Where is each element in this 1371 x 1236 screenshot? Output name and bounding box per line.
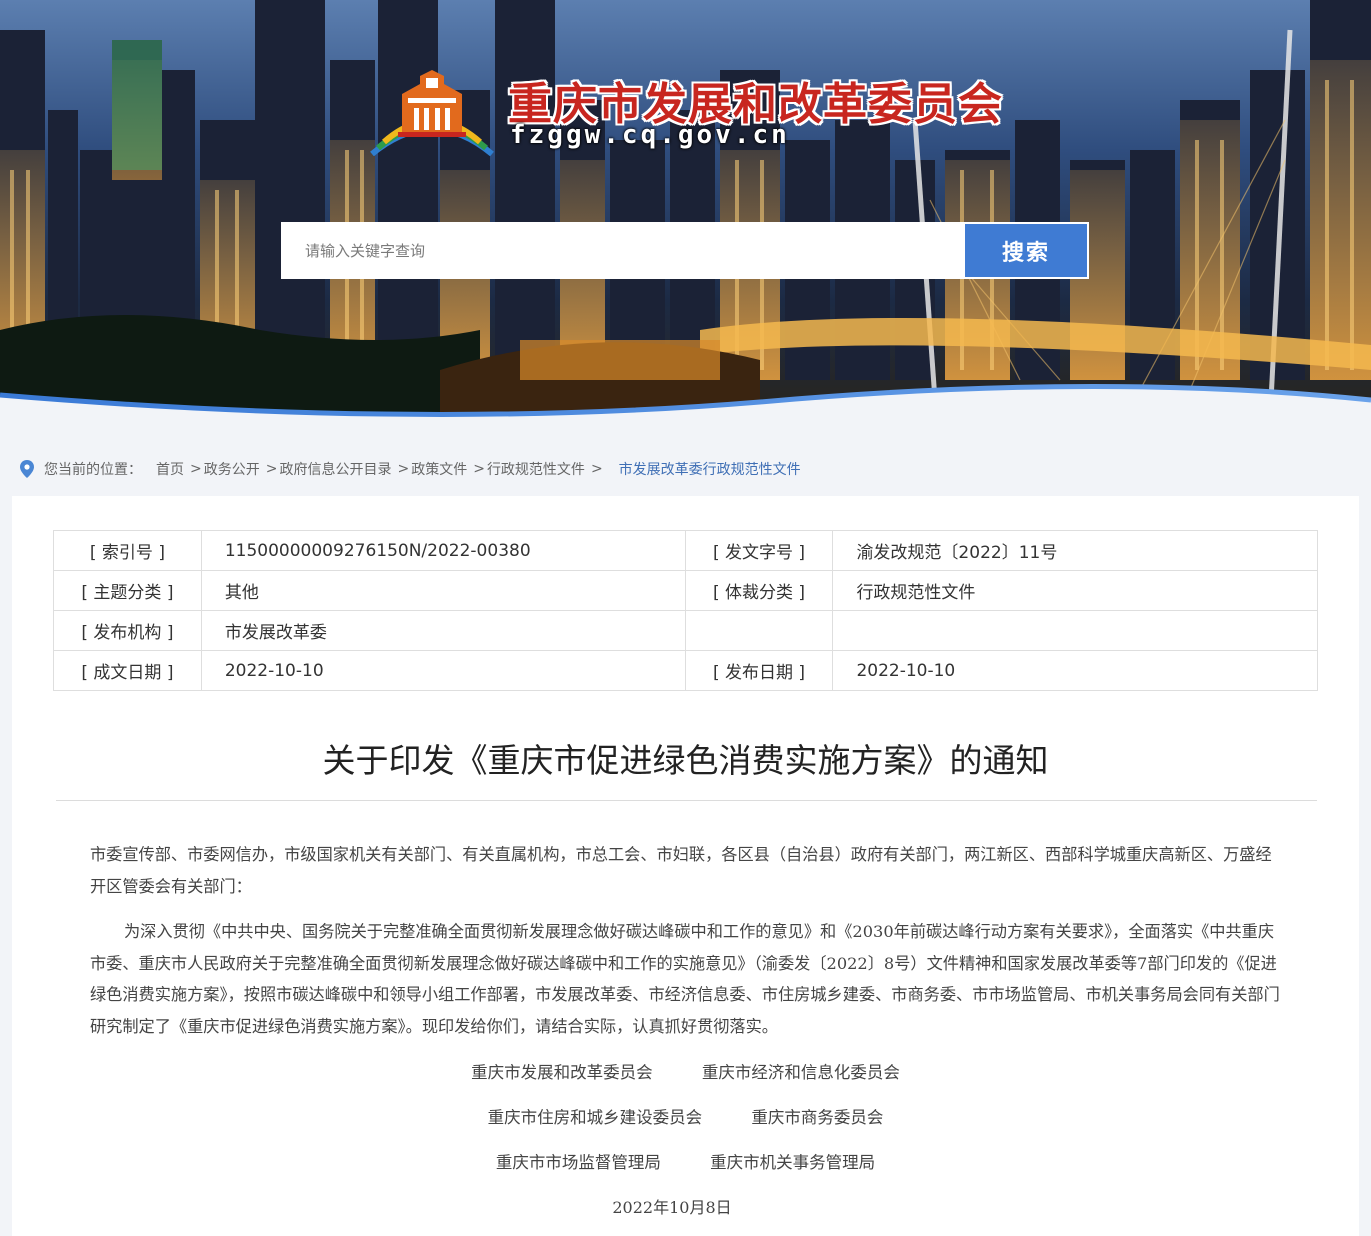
meta-row: [ 成文日期 ] 2022-10-10 [ 发布日期 ] 2022-10-10 <box>53 650 1318 691</box>
site-logo[interactable]: 重庆市发展和改革委员会 fzggw.cq.gov.cn <box>368 60 1008 160</box>
document-addressee: 市委宣传部、市委网信办，市级国家机关有关部门、有关直属机构，市总工会、市妇联，各… <box>90 845 1272 896</box>
search-bar: 搜索 <box>281 222 1089 279</box>
breadcrumb-gov-affairs[interactable]: 政务公开 <box>204 459 260 479</box>
breadcrumb-policy-docs[interactable]: 政策文件 <box>411 459 467 479</box>
meta-value-topic: 其他 <box>200 570 686 611</box>
meta-key-genre: [ 体裁分类 ] <box>684 570 834 611</box>
signatory: 重庆市经济和信息化委员会 <box>701 1063 900 1082</box>
breadcrumb-separator: > <box>190 461 202 477</box>
site-domain: fzggw.cq.gov.cn <box>510 120 790 150</box>
meta-value-index-number: 11500000009276150N/2022-00380 <box>200 530 686 571</box>
meta-key-publish-date: [ 发布日期 ] <box>684 650 834 691</box>
government-emblem-icon <box>370 70 494 156</box>
document-date: 2022年10月8日 <box>612 1198 732 1217</box>
breadcrumb-current[interactable]: 市发展改革委行政规范性文件 <box>619 459 801 479</box>
signatory: 重庆市机关事务管理局 <box>710 1153 876 1172</box>
signatory-row: 重庆市市场监督管理局 重庆市机关事务管理局 <box>12 1149 1359 1173</box>
meta-key-doc-number: [ 发文字号 ] <box>684 530 834 571</box>
meta-value-doc-number: 渝发改规范〔2022〕11号 <box>832 530 1318 571</box>
signatory: 重庆市住房和城乡建设委员会 <box>487 1108 703 1127</box>
document-body-paragraph: 为深入贯彻《中共中央、国务院关于完整准确全面贯彻新发展理念做好碳达峰碳中和工作的… <box>90 922 1280 1036</box>
signatory-row: 重庆市发展和改革委员会 重庆市经济和信息化委员会 <box>12 1059 1359 1083</box>
breadcrumb-info-catalog[interactable]: 政府信息公开目录 <box>279 459 391 479</box>
article-card: [ 索引号 ] 11500000009276150N/2022-00380 [ … <box>12 496 1359 1236</box>
document-title: 关于印发《重庆市促进绿色消费实施方案》的通知 <box>322 741 1049 780</box>
meta-row: [ 主题分类 ] 其他 [ 体裁分类 ] 行政规范性文件 <box>53 570 1318 611</box>
breadcrumb-home[interactable]: 首页 <box>156 459 184 479</box>
document-meta-table: [ 索引号 ] 11500000009276150N/2022-00380 [ … <box>53 530 1318 691</box>
signatory: 重庆市发展和改革委员会 <box>471 1063 653 1082</box>
location-pin-icon <box>20 460 34 478</box>
title-divider <box>56 800 1317 801</box>
meta-key-publisher: [ 发布机构 ] <box>53 610 202 651</box>
meta-key-topic: [ 主题分类 ] <box>53 570 202 611</box>
signatory: 重庆市市场监督管理局 <box>495 1153 661 1172</box>
header-banner: 重庆市发展和改革委员会 fzggw.cq.gov.cn 搜索 <box>0 0 1371 430</box>
search-input[interactable] <box>281 222 965 279</box>
meta-key-empty <box>684 610 834 651</box>
breadcrumb-prefix: 您当前的位置： <box>44 462 142 478</box>
breadcrumb-normative-docs[interactable]: 行政规范性文件 <box>487 459 585 479</box>
meta-value-genre: 行政规范性文件 <box>832 570 1318 611</box>
meta-row: [ 发布机构 ] 市发展改革委 <box>53 610 1318 651</box>
breadcrumb: 您当前的位置： 首页 > 政务公开 > 政府信息公开目录 > 政策文件 > 行政… <box>20 457 801 481</box>
signatory: 重庆市商务委员会 <box>751 1108 884 1127</box>
search-button[interactable]: 搜索 <box>965 224 1087 277</box>
meta-row: [ 索引号 ] 11500000009276150N/2022-00380 [ … <box>53 530 1318 571</box>
breadcrumb-separator: > <box>397 461 410 477</box>
breadcrumb-separator: > <box>265 461 278 477</box>
meta-value-publish-date: 2022-10-10 <box>832 650 1318 691</box>
signatory-row: 重庆市住房和城乡建设委员会 重庆市商务委员会 <box>12 1104 1359 1128</box>
meta-key-written-date: [ 成文日期 ] <box>53 650 202 691</box>
meta-value-publisher: 市发展改革委 <box>200 610 686 651</box>
breadcrumb-separator: > <box>590 461 603 477</box>
meta-value-written-date: 2022-10-10 <box>200 650 686 691</box>
breadcrumb-separator: > <box>473 461 485 477</box>
meta-value-empty <box>832 610 1318 651</box>
meta-key-index-number: [ 索引号 ] <box>53 530 202 571</box>
